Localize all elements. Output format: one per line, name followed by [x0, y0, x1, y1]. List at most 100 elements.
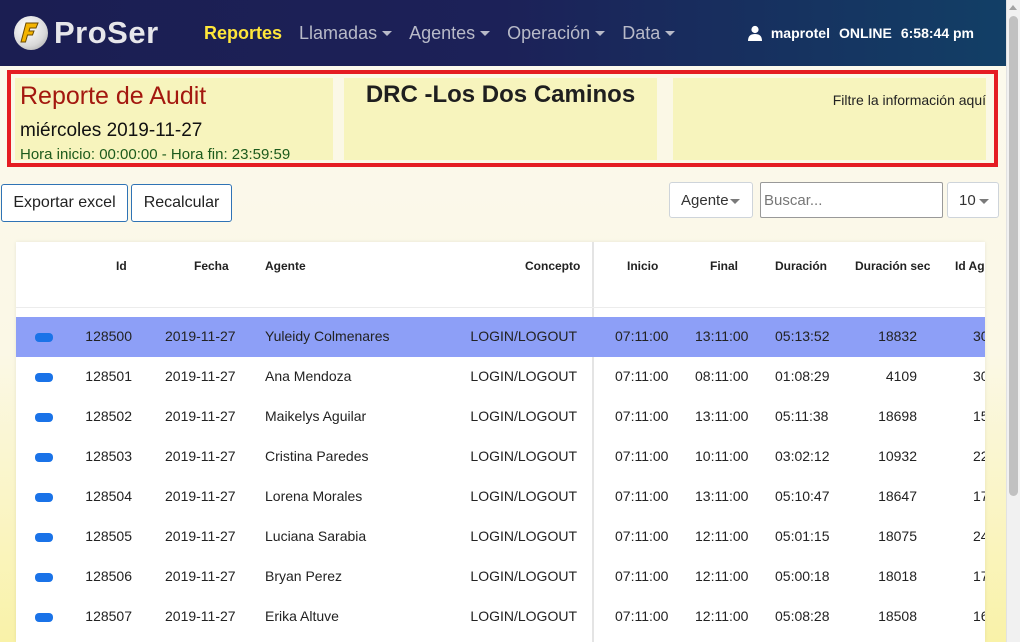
nav-item-label: Reportes	[204, 22, 283, 43]
export-excel-button[interactable]: Exportar excel	[1, 184, 128, 222]
page-size-value: 10	[959, 191, 976, 209]
cell-id: 128507	[85, 608, 132, 624]
cell-concepto: LOGIN/LOGOUT	[470, 528, 577, 544]
page-scrollbar[interactable]	[1006, 0, 1020, 642]
table-body: 128500 2019-11-27 Yuleidy Colmenares LOGIN/…	[16, 317, 985, 637]
cell-final: 13:11:00	[695, 328, 749, 344]
table-row[interactable]: 128505 2019-11-27 Luciana Sarabia LOGIN/LOG…	[16, 517, 985, 557]
column-header-duracion-sec[interactable]: Duración sec	[855, 259, 930, 273]
cell-agente: Ana Mendoza	[265, 368, 352, 384]
cell-inicio: 07:11:00	[615, 528, 669, 544]
cell-id-agente: 22	[973, 448, 985, 464]
username[interactable]: maprotel	[771, 25, 830, 41]
cell-inicio: 07:11:00	[615, 608, 669, 624]
cell-duracion: 05:11:38	[775, 408, 829, 424]
brand[interactable]: ProSer	[14, 15, 194, 51]
cell-id-agente: 30	[973, 368, 985, 384]
nav-item-label: Llamadas	[299, 22, 378, 43]
top-navbar: ProSer Reportes Llamadas Agentes Operaci…	[0, 0, 1006, 66]
row-toggle-icon[interactable]	[35, 493, 53, 502]
cell-inicio: 07:11:00	[615, 328, 669, 344]
nav-item-operacion[interactable]: Operación	[507, 22, 606, 44]
column-header-inicio[interactable]: Inicio	[627, 259, 658, 273]
cell-fecha: 2019-11-27	[165, 608, 236, 624]
row-toggle-icon[interactable]	[35, 453, 53, 462]
column-header-id[interactable]: Id	[116, 259, 127, 273]
cell-agente: Yuleidy Colmenares	[265, 328, 390, 344]
audit-table: Id Fecha Agente Concepto Inicio Final Du…	[16, 242, 985, 642]
row-toggle-icon[interactable]	[35, 413, 53, 422]
filter-hint: Filtre la información aquí	[832, 92, 986, 108]
table-row[interactable]: 128500 2019-11-27 Yuleidy Colmenares LOGIN/…	[16, 317, 985, 357]
scroll-up-arrow-icon[interactable]	[1009, 5, 1017, 10]
cell-id: 128501	[85, 368, 132, 384]
cell-id: 128500	[85, 328, 132, 344]
row-toggle-icon[interactable]	[35, 533, 53, 542]
row-toggle-icon[interactable]	[35, 373, 53, 382]
table-row[interactable]: 128502 2019-11-27 Maikelys Aguilar LOGIN/LO…	[16, 397, 985, 437]
nav-item-agentes[interactable]: Agentes	[409, 22, 491, 44]
nav-item-llamadas[interactable]: Llamadas	[299, 22, 393, 44]
cell-id: 128506	[85, 568, 132, 584]
row-toggle-icon[interactable]	[35, 573, 53, 582]
recalculate-button[interactable]: Recalcular	[131, 184, 232, 222]
column-header-agente[interactable]: Agente	[265, 259, 306, 273]
table-row[interactable]: 128507 2019-11-27 Erika Altuve LOGIN/LOGOUT…	[16, 597, 985, 637]
nav-links: Reportes Llamadas Agentes Operación Data	[204, 23, 692, 44]
cell-inicio: 07:11:00	[615, 448, 669, 464]
column-header-concepto[interactable]: Concepto	[525, 259, 580, 273]
cell-duracion: 05:00:18	[775, 568, 830, 584]
report-title: Reporte de Audit	[20, 82, 207, 110]
cell-final: 13:11:00	[695, 408, 749, 424]
cell-inicio: 07:11:00	[615, 408, 669, 424]
nav-item-label: Agentes	[409, 22, 476, 43]
online-status: ONLINE	[838, 25, 892, 41]
cell-agente: Luciana Sarabia	[265, 528, 367, 544]
cell-duracion: 03:02:12	[775, 448, 830, 464]
cell-duracion: 05:01:15	[775, 528, 830, 544]
column-header-duracion[interactable]: Duración	[775, 259, 827, 273]
filter-panel[interactable]: Filtre la información aquí	[673, 78, 986, 160]
caret-down-icon	[979, 199, 989, 204]
nav-item-label: Operación	[507, 22, 591, 43]
table-row[interactable]: 128501 2019-11-27 Ana Mendoza LOGIN/LOGOUT 0…	[16, 357, 985, 397]
cell-duracion: 05:08:28	[775, 608, 830, 624]
caret-down-icon	[665, 30, 676, 36]
column-header-id-agente[interactable]: Id Ag	[955, 259, 985, 273]
row-toggle-icon[interactable]	[35, 613, 53, 622]
column-header-final[interactable]: Final	[710, 259, 738, 273]
table-row[interactable]: 128504 2019-11-27 Lorena Morales LOGIN/LOGO…	[16, 477, 985, 517]
cell-concepto: LOGIN/LOGOUT	[470, 568, 577, 584]
cell-concepto: LOGIN/LOGOUT	[470, 608, 577, 624]
cell-id-agente: 17	[973, 488, 985, 504]
report-header: Reporte de Audit miércoles 2019-11-27 Ho…	[7, 70, 998, 167]
table-row[interactable]: 128506 2019-11-27 Bryan Perez LOGIN/LOGOUT 0…	[16, 557, 985, 597]
cell-agente: Cristina Paredes	[265, 448, 369, 464]
agent-filter-select[interactable]: Agente	[669, 182, 753, 218]
scroll-thumb[interactable]	[1009, 16, 1018, 496]
cell-fecha: 2019-11-27	[165, 408, 236, 424]
page-size-select[interactable]: 10	[947, 182, 999, 218]
nav-item-data[interactable]: Data	[622, 23, 676, 44]
row-toggle-icon[interactable]	[35, 333, 53, 342]
cell-final: 13:11:00	[695, 488, 749, 504]
cell-final: 12:11:00	[695, 528, 749, 544]
user-status-area: maprotel ONLINE 6:58:44 pm	[747, 0, 974, 66]
cell-final: 10:11:00	[695, 448, 749, 464]
cell-duracion: 05:13:52	[775, 328, 830, 344]
cell-concepto: LOGIN/LOGOUT	[470, 328, 577, 344]
cell-id-agente: 15	[973, 408, 985, 424]
table-row[interactable]: 128503 2019-11-27 Cristina Paredes LOGIN/LO…	[16, 437, 985, 477]
search-input[interactable]	[760, 182, 943, 218]
cell-concepto: LOGIN/LOGOUT	[470, 408, 577, 424]
cell-duracion-sec: 18508	[878, 608, 917, 624]
cell-duracion-sec: 10932	[878, 448, 917, 464]
cell-id-agente: 24	[973, 528, 985, 544]
report-hours: Hora inicio: 00:00:00 - Hora fin: 23:59:…	[20, 146, 291, 163]
user-icon	[747, 25, 762, 41]
cell-fecha: 2019-11-27	[165, 488, 236, 504]
column-header-fecha[interactable]: Fecha	[194, 259, 229, 273]
nav-item-reportes[interactable]: Reportes	[204, 23, 282, 44]
cell-id: 128504	[85, 488, 132, 504]
clock: 6:58:44 pm	[900, 25, 974, 41]
